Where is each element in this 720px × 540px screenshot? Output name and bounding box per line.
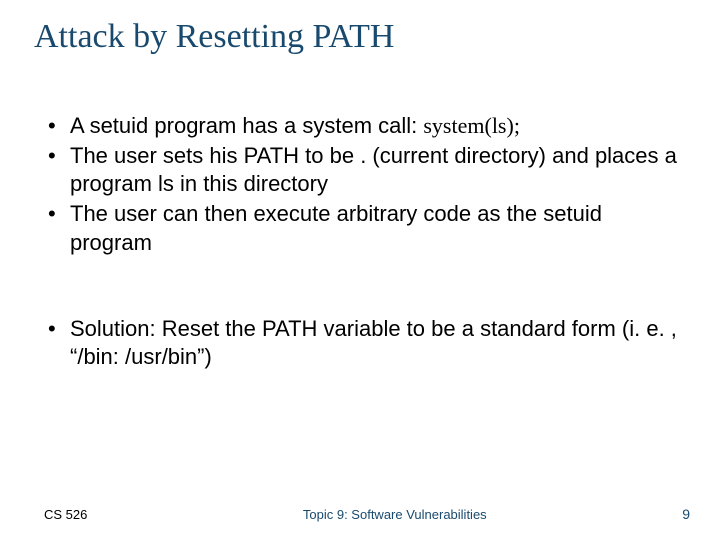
slide-footer: CS 526 Topic 9: Software Vulnerabilities…	[0, 506, 720, 522]
footer-course-code: CS 526	[44, 507, 87, 522]
list-item: Solution: Reset the PATH variable to be …	[44, 315, 684, 371]
bullet-text: A setuid program has a system call:	[70, 113, 423, 138]
slide: Attack by Resetting PATH A setuid progra…	[0, 0, 720, 540]
list-item: The user sets his PATH to be . (current …	[44, 142, 684, 198]
bullet-text: The user can then execute arbitrary code…	[70, 201, 602, 254]
bullet-code: system(ls);	[423, 113, 520, 138]
bullet-text: The user sets his PATH to be . (current …	[70, 143, 677, 196]
bullet-list-2: Solution: Reset the PATH variable to be …	[44, 315, 684, 371]
list-item: A setuid program has a system call: syst…	[44, 112, 684, 140]
footer-topic: Topic 9: Software Vulnerabilities	[87, 507, 682, 522]
slide-content: A setuid program has a system call: syst…	[30, 112, 690, 520]
slide-title: Attack by Resetting PATH	[34, 18, 690, 56]
footer-page-number: 9	[682, 506, 690, 522]
bullet-text: Solution: Reset the PATH variable to be …	[70, 316, 677, 369]
bullet-list-1: A setuid program has a system call: syst…	[44, 112, 684, 257]
list-item: The user can then execute arbitrary code…	[44, 200, 684, 256]
spacer	[44, 259, 684, 315]
